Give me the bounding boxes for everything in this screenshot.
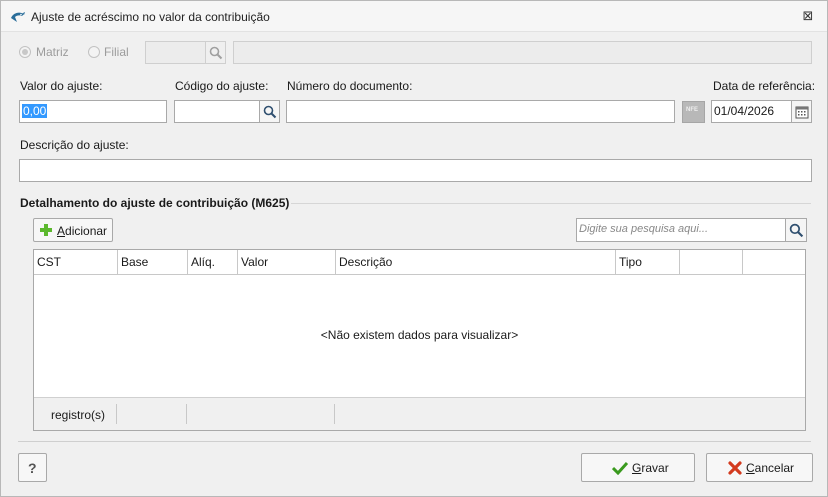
footer-separator — [18, 441, 811, 442]
nfe-button[interactable]: NFE — [682, 101, 705, 123]
column-header-extra-2[interactable] — [743, 250, 805, 275]
column-header-descricao[interactable]: Descrição — [336, 250, 616, 275]
grid-search-button[interactable] — [785, 218, 807, 242]
calendar-button[interactable] — [791, 100, 812, 123]
numero-label: Número do documento: — [287, 79, 413, 93]
column-header-tipo[interactable]: Tipo — [616, 250, 680, 275]
data-referencia-input[interactable]: 01/04/2026 — [711, 100, 792, 123]
help-button[interactable]: ? — [18, 453, 47, 482]
magnifier-icon — [263, 105, 277, 119]
descricao-ajuste-input[interactable] — [19, 159, 812, 182]
matriz-label: Matriz — [36, 45, 69, 59]
grid-search-input[interactable]: Digite sua pesquisa aqui... — [576, 218, 786, 242]
add-button-label: Adicionar — [57, 224, 108, 238]
close-button[interactable]: ⊠ — [801, 9, 815, 23]
column-header-base[interactable]: Base — [118, 250, 188, 275]
grid-header: CST Base Alíq. Valor Descrição Tipo — [34, 250, 805, 275]
numero-documento-input[interactable] — [286, 100, 675, 123]
section-title: Detalhamento do ajuste de contribuição (… — [20, 196, 290, 210]
branch-code-field[interactable] — [145, 41, 206, 64]
add-button[interactable]: Adicionar — [33, 218, 113, 242]
calendar-icon — [795, 106, 809, 119]
data-label: Data de referência: — [713, 79, 816, 93]
grid-empty-message: <Não existem dados para visualizar> — [320, 328, 519, 342]
window-title: Ajuste de acréscimo no valor da contribu… — [31, 10, 270, 24]
nfe-badge: NFE — [686, 107, 698, 113]
magnifier-icon — [209, 46, 223, 60]
title-bar: Ajuste de acréscimo no valor da contribu… — [1, 1, 827, 32]
matriz-radio[interactable] — [19, 46, 31, 58]
dolphin-app-icon — [10, 9, 26, 25]
column-header-aliq[interactable]: Alíq. — [188, 250, 238, 275]
adjustment-grid[interactable]: CST Base Alíq. Valor Descrição Tipo <Não… — [33, 249, 806, 431]
dialog-window: Ajuste de acréscimo no valor da contribu… — [0, 0, 828, 497]
record-count-label: registro(s) — [51, 408, 106, 422]
column-header-extra-1[interactable] — [680, 250, 743, 275]
save-button[interactable]: Gravar — [581, 453, 695, 482]
plus-icon — [39, 223, 53, 240]
valor-ajuste-value: 0,00 — [22, 104, 48, 118]
filial-radio[interactable] — [88, 46, 100, 58]
section-divider — [291, 203, 811, 204]
codigo-ajuste-input[interactable] — [174, 100, 260, 123]
column-header-cst[interactable]: CST — [34, 250, 118, 275]
magnifier-icon — [789, 223, 804, 238]
checkmark-icon — [611, 461, 629, 478]
codigo-search-button[interactable] — [259, 100, 280, 123]
descricao-label: Descrição do ajuste: — [20, 138, 129, 152]
x-icon — [728, 461, 742, 478]
branch-name-field[interactable] — [233, 41, 812, 64]
help-icon: ? — [28, 460, 37, 476]
cancel-button[interactable]: Cancelar — [706, 453, 813, 482]
valor-label: Valor do ajuste: — [20, 79, 103, 93]
valor-ajuste-input[interactable]: 0,00 — [19, 100, 167, 123]
filial-label: Filial — [104, 45, 129, 59]
cancel-button-label: Cancelar — [746, 461, 795, 475]
grid-footer: registro(s) — [34, 397, 805, 430]
footer-divider — [186, 404, 187, 424]
column-header-valor[interactable]: Valor — [238, 250, 336, 275]
save-button-label: Gravar — [632, 461, 669, 475]
footer-divider — [116, 404, 117, 424]
footer-divider — [334, 404, 335, 424]
codigo-label: Código do ajuste: — [175, 79, 269, 93]
branch-search-button[interactable] — [205, 41, 226, 64]
